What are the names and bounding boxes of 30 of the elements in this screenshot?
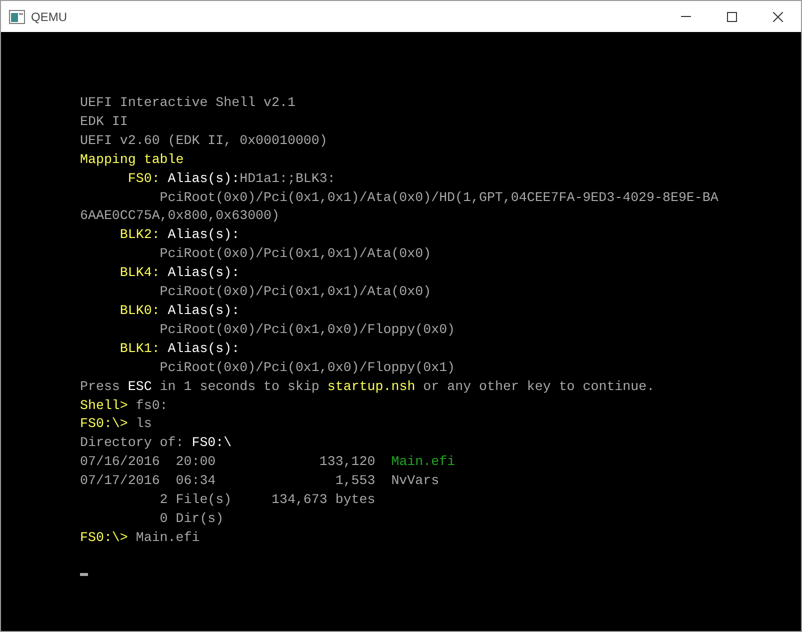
close-icon [773,12,783,22]
window-title: QEMU [31,8,67,26]
terminal-line: BLK2: Alias(s): [118,226,240,244]
terminal-line: FS0:\> Main.efi [80,528,200,547]
terminal-line: EDK II [80,112,128,131]
terminal-line: Press ESC in 1 seconds to skip startup.nsh or any other key to continue. [80,378,655,396]
terminal-line: PciRoot(0x0)/Pci(0x1,0x1)/Ata(0x0) [158,245,432,264]
terminal-line: UEFI Interactive Shell v2.1 [80,94,296,112]
app-icon [9,10,25,24]
terminal-line: FS0: Alias(s):HD1a1:;BLK3: [126,170,336,188]
terminal-line: BLK0: Alias(s): [118,302,240,320]
minimize-icon [681,16,691,17]
terminal-line: PciRoot(0x0)/Pci(0x1,0x0)/Floppy(0x1) [158,358,456,377]
text-cursor [80,572,88,576]
terminal-line: PciRoot(0x0)/Pci(0x1,0x0)/Floppy(0x0) [158,320,456,339]
maximize-icon [727,12,737,22]
terminal-line: BLK4: Alias(s): [118,264,240,282]
terminal-line: Mapping table [80,150,184,169]
terminal-line: BLK1: Alias(s): [118,340,240,358]
terminal-line: UEFI v2.60 (EDK II, 0x00010000) [80,132,328,150]
terminal-line: PciRoot(0x0)/Pci(0x1,0x1)/Ata(0x0) [158,283,432,302]
terminal-line: PciRoot(0x0)/Pci(0x1,0x1)/Ata(0x0)/HD(1,GPT,04CEE7FA-9ED3-4029-8E9E-BA [158,188,718,207]
terminal-line: 0 Dir(s) [158,510,224,528]
terminal-line: 2 File(s) 134,673 bytes [158,491,376,510]
terminal-line: 6AAE0CC75A,0x800,0x63000) [80,207,280,226]
terminal-line: 07/16/2016 20:00 133,120 Main.efi [80,453,456,472]
terminal-line: FS0:\> ls [80,415,152,434]
terminal-line: Shell> fs0: [80,396,168,414]
terminal-line: Directory of: FS0:\ [80,434,232,452]
terminal-line: 07/17/2016 06:34 1,553 NvVars [80,472,440,490]
